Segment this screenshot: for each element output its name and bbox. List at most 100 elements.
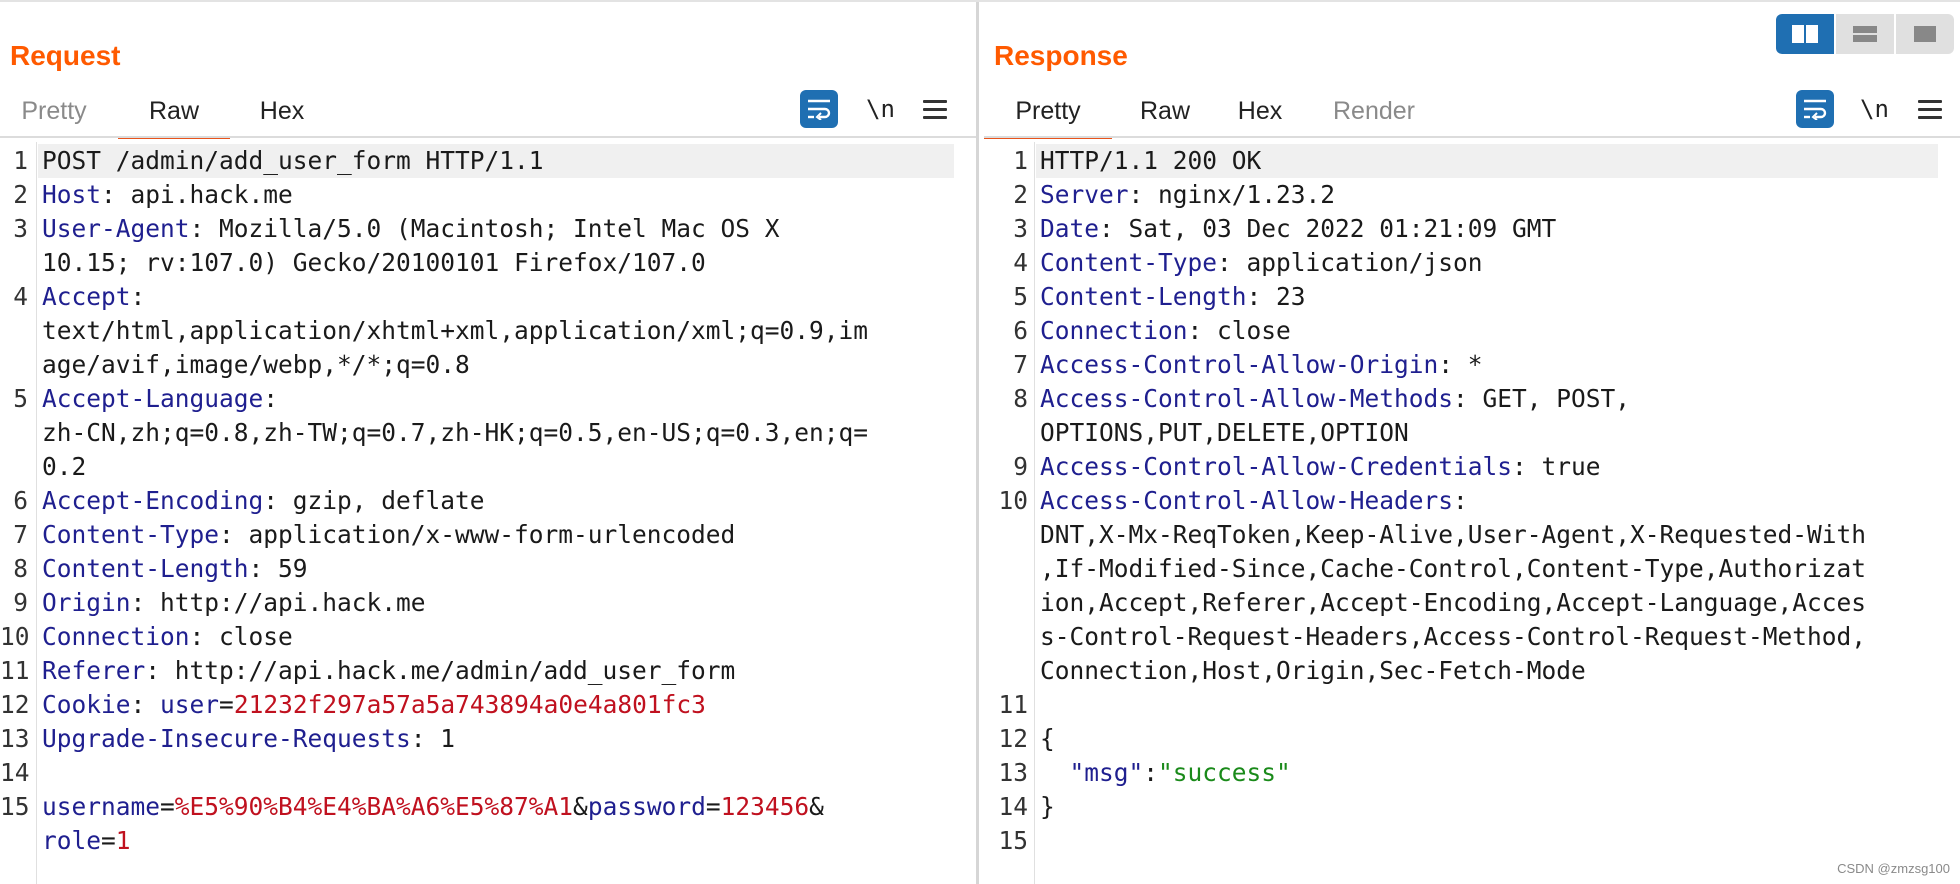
code-text: DNT,X-Mx-ReqToken,Keep-Alive,User-Agent,… [1040,518,1866,552]
layout-switcher [1776,14,1954,54]
plain-text: : api.hack.me [101,180,293,209]
param-value: 21232f297a57a5a743894a0e4a801fc3 [233,690,706,719]
request-menu-icon[interactable] [923,90,947,128]
request-tab-hex[interactable]: Hex [240,88,324,136]
plain-text: 10.15; rv:107.0) Gecko/20100101 Firefox/… [42,248,706,277]
code-text: Connection: close [42,620,293,654]
line-number: 11 [0,656,30,685]
param-value: 123456 [720,792,810,821]
plain-text: = [219,690,234,719]
plain-text: : 1 [410,724,456,753]
code-text: Connection,Host,Origin,Sec-Fetch-Mode [1040,654,1586,688]
header-name: Date [1040,214,1100,243]
request-editor[interactable]: 1 POST /admin/add_user_form HTTP/1.1 2 Host… [0,142,976,884]
line-number: 13 [998,758,1028,787]
response-tab-pretty[interactable]: Pretty [984,88,1112,139]
code-text: Cookie: user=21232f297a57a5a743894a0e4a8… [42,688,706,722]
header-name: Connection [42,622,190,651]
response-wrap-toggle[interactable] [1796,90,1834,128]
code-text: ion,Accept,Referer,Accept-Encoding,Accep… [1040,586,1866,620]
layout-single-button[interactable] [1896,14,1954,54]
line-number: 7 [13,520,28,549]
code-text: "msg":"success" [1040,756,1291,790]
plain-text: HTTP/1.1 200 OK [1040,146,1262,175]
header-name: Upgrade-Insecure-Requests [42,724,411,753]
request-pane: Request Pretty Raw Hex \n 1 POST /admin/a… [0,2,976,884]
code-text: Connection: close [1040,314,1291,348]
plain-text: : Mozilla/5.0 (Macintosh; Intel Mac OS X [189,214,780,243]
request-title: Request [10,40,121,71]
header-name: Referer [42,656,146,685]
plain-text: { [1040,724,1055,753]
header-name: Access-Control-Allow-Methods [1040,384,1454,413]
response-tab-raw[interactable]: Raw [1122,88,1208,136]
single-layout-icon [1914,26,1936,42]
line-number: 14 [998,792,1028,821]
header-name: Server [1040,180,1129,209]
request-tab-rule [0,136,976,138]
code-text: POST /admin/add_user_form HTTP/1.1 [42,144,544,178]
code-text: Host: api.hack.me [42,178,293,212]
header-name: User-Agent [42,214,190,243]
plain-text: : [1453,486,1468,515]
code-text: zh-CN,zh;q=0.8,zh-TW;q=0.7,zh-HK;q=0.5,e… [42,416,868,450]
line-number: 1 [1013,146,1028,175]
response-newline-toggle[interactable]: \n [1860,90,1889,128]
code-text: Accept: [42,280,145,314]
plain-text: text/html,application/xhtml+xml,applicat… [42,316,869,345]
plain-text: POST /admin/add_user_form HTTP/1.1 [42,146,544,175]
plain-text: = [705,792,721,821]
wrap-lines-icon [1804,99,1827,120]
code-text: Access-Control-Allow-Methods: GET, POST, [1040,382,1630,416]
code-text: s-Control-Request-Headers,Access-Control… [1040,620,1866,654]
header-name: Content-Length [42,554,249,583]
pane-divider[interactable] [976,2,984,884]
plain-text: = [101,826,116,855]
line-number: 7 [1013,350,1028,379]
line-number: 14 [0,758,30,787]
code-text: text/html,application/xhtml+xml,applicat… [42,314,868,348]
code-text: Referer: http://api.hack.me/admin/add_us… [42,654,735,688]
layout-side-by-side-button[interactable] [1776,14,1834,54]
line-number: 6 [1013,316,1028,345]
line-number: 6 [13,486,28,515]
code-text: Accept-Language: [42,382,278,416]
param-value: %E5%90%B4%E4%BA%A6%E5%87%A1 [174,792,574,821]
header-name: Connection [1040,316,1188,345]
request-wrap-toggle[interactable] [800,90,838,128]
plain-text: = [160,792,175,821]
plain-text: & [809,792,824,821]
header-name: Content-Type [42,520,220,549]
plain-text: } [1040,792,1055,821]
header-name: Access-Control-Allow-Origin [1040,350,1439,379]
request-tab-raw[interactable]: Raw [118,88,230,139]
code-text: Upgrade-Insecure-Requests: 1 [42,722,455,756]
code-text: OPTIONS,PUT,DELETE,OPTION [1040,416,1409,450]
header-name: Accept-Language [42,384,264,413]
code-text: Access-Control-Allow-Origin: * [1040,348,1483,382]
request-tab-pretty[interactable]: Pretty [0,88,108,136]
wrap-lines-icon [808,99,831,120]
plain-text: : * [1438,350,1483,379]
response-editor[interactable]: 1 HTTP/1.1 200 OK 2 Server: nginx/1.23.2 3 Da… [984,142,1960,884]
plain-text [1040,758,1070,787]
code-text: { [1040,722,1055,756]
line-number: 5 [1013,282,1028,311]
response-tab-render[interactable]: Render [1314,88,1434,136]
request-newline-toggle[interactable]: \n [866,90,895,128]
header-name: Accept-Encoding [42,486,264,515]
line-number: 9 [13,588,28,617]
response-menu-icon[interactable] [1918,90,1942,128]
plain-text: 0.2 [42,452,87,481]
header-name: Content-Type [1040,248,1218,277]
code-text: age/avif,image/webp,*/*;q=0.8 [42,348,470,382]
header-name: "msg" [1069,758,1144,787]
line-number: 10 [998,486,1028,515]
line-number: 8 [1013,384,1028,413]
plain-text: zh-CN,zh;q=0.8,zh-TW;q=0.7,zh-HK;q=0.5,e… [42,418,869,447]
line-number: 13 [0,724,30,753]
response-tab-hex[interactable]: Hex [1218,88,1302,136]
layout-stacked-button[interactable] [1836,14,1894,54]
header-name: Host [42,180,102,209]
string-value: "success" [1158,758,1291,787]
